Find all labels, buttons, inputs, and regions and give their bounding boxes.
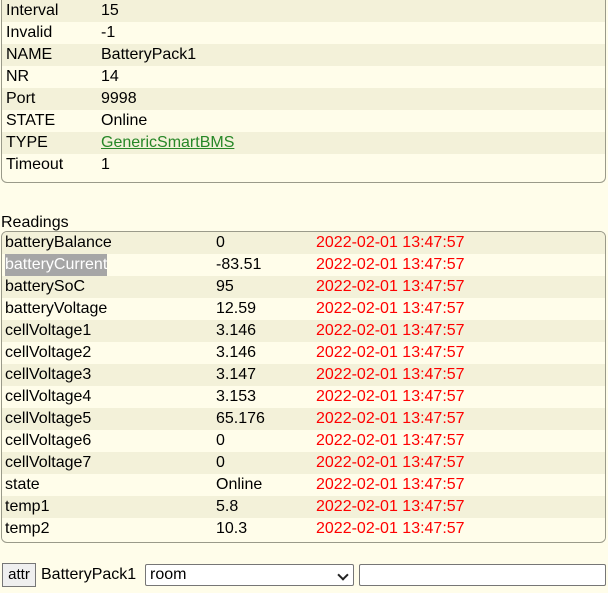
internals-row-timeout: Timeout 1 [2,154,605,176]
reading-timestamp: 2022-02-01 13:47:57 [316,476,465,493]
reading-value: 0 [216,432,225,449]
reading-row: cellVoltage1 3.146 2022-02-01 13:47:57 [2,320,605,342]
internal-value: Online [101,112,148,129]
internals-row-invalid: Invalid -1 [2,22,605,44]
internals-row-name: NAME BatteryPack1 [2,44,605,66]
reading-row: batterySoC 95 2022-02-01 13:47:57 [2,276,605,298]
reading-value: 3.147 [216,366,257,383]
reading-value: 95 [216,278,234,295]
reading-row: cellVoltage6 0 2022-02-01 13:47:57 [2,430,605,452]
internals-row-port: Port 9998 [2,88,605,110]
internal-value: 9998 [101,90,137,107]
reading-name: cellVoltage6 [5,432,92,449]
internals-table: Interval 15 Invalid -1 NAME BatteryPack1… [1,0,606,183]
internals-row-state: STATE Online [2,110,605,132]
attribute-select-value: room [150,566,187,583]
reading-value: 3.146 [216,344,257,361]
reading-name: batteryVoltage [5,300,108,317]
reading-row: cellVoltage3 3.147 2022-02-01 13:47:57 [2,364,605,386]
reading-value: 0 [216,234,225,251]
internal-value: BatteryPack1 [101,46,197,63]
reading-row: cellVoltage4 3.153 2022-02-01 13:47:57 [2,386,605,408]
internal-name: Invalid [6,24,53,41]
reading-value: 12.59 [216,300,257,317]
attr-bar: attr BatteryPack1 room [2,563,606,587]
attribute-select[interactable]: room [145,564,354,586]
internal-name: Timeout [6,156,64,173]
reading-timestamp: 2022-02-01 13:47:57 [316,322,465,339]
reading-row: batteryCurrent -83.51 2022-02-01 13:47:5… [2,254,605,276]
reading-timestamp: 2022-02-01 13:47:57 [316,234,465,251]
attr-button[interactable]: attr [2,563,36,587]
reading-row: cellVoltage5 65.176 2022-02-01 13:47:57 [2,408,605,430]
reading-name: batteryBalance [5,234,112,251]
reading-name: temp2 [5,520,50,537]
reading-value: 10.3 [216,520,248,537]
reading-value: Online [216,476,263,493]
reading-timestamp: 2022-02-01 13:47:57 [316,520,465,537]
internal-name: TYPE [6,134,48,151]
type-link[interactable]: GenericSmartBMS [101,132,234,154]
reading-name: cellVoltage3 [5,366,92,383]
reading-name: cellVoltage4 [5,388,92,405]
readings-table: batteryBalance 0 2022-02-01 13:47:57 bat… [1,231,606,543]
internal-name: NAME [6,46,53,63]
internal-name: STATE [6,112,56,129]
reading-name: state [5,476,40,493]
readings-title: Readings [1,214,69,231]
internal-value: -1 [101,24,116,41]
device-detail-page: Interval 15 Invalid -1 NAME BatteryPack1… [0,0,608,593]
reading-timestamp: 2022-02-01 13:47:57 [316,410,465,427]
reading-timestamp: 2022-02-01 13:47:57 [316,454,465,471]
reading-timestamp: 2022-02-01 13:47:57 [316,278,465,295]
reading-name: batterySoC [5,278,86,295]
internal-name: Interval [6,2,59,19]
reading-name: batteryCurrent [5,254,108,276]
reading-row: batteryVoltage 12.59 2022-02-01 13:47:57 [2,298,605,320]
internals-row-interval: Interval 15 [2,0,605,22]
chevron-down-icon [337,569,349,581]
reading-row: cellVoltage7 0 2022-02-01 13:47:57 [2,452,605,474]
reading-value: 3.146 [216,322,257,339]
internal-value: 15 [101,2,119,19]
reading-timestamp: 2022-02-01 13:47:57 [316,344,465,361]
attr-value-input[interactable] [359,564,606,586]
reading-row: cellVoltage2 3.146 2022-02-01 13:47:57 [2,342,605,364]
internal-value: 14 [101,68,119,85]
internals-row-nr: NR 14 [2,66,605,88]
reading-timestamp: 2022-02-01 13:47:57 [316,256,465,273]
reading-timestamp: 2022-02-01 13:47:57 [316,432,465,449]
reading-timestamp: 2022-02-01 13:47:57 [316,300,465,317]
reading-value: 3.153 [216,388,257,405]
reading-name: cellVoltage1 [5,322,92,339]
internal-value: 1 [101,156,110,173]
reading-timestamp: 2022-02-01 13:47:57 [316,366,465,383]
internal-name: Port [6,90,36,107]
reading-value: -83.51 [216,256,262,273]
internal-name: NR [6,68,30,85]
reading-value: 0 [216,454,225,471]
reading-row: state Online 2022-02-01 13:47:57 [2,474,605,496]
reading-timestamp: 2022-02-01 13:47:57 [316,388,465,405]
reading-value: 65.176 [216,410,265,427]
reading-timestamp: 2022-02-01 13:47:57 [316,498,465,515]
attr-device-name: BatteryPack1 [41,566,137,583]
reading-row: temp1 5.8 2022-02-01 13:47:57 [2,496,605,518]
reading-row: temp2 10.3 2022-02-01 13:47:57 [2,518,605,540]
reading-value: 5.8 [216,498,239,515]
reading-name: cellVoltage7 [5,454,92,471]
internals-row-type: TYPE GenericSmartBMS [2,132,605,154]
reading-row: batteryBalance 0 2022-02-01 13:47:57 [2,232,605,254]
reading-name: temp1 [5,498,50,515]
reading-name: cellVoltage5 [5,410,92,427]
reading-name: cellVoltage2 [5,344,92,361]
